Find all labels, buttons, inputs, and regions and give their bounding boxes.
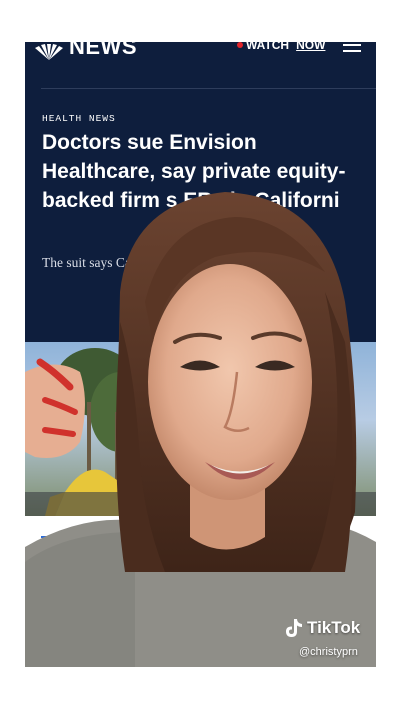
tiktok-watermark: TikTok [285, 618, 360, 638]
presenter-overlay [25, 192, 376, 667]
tiktok-logo-icon [286, 619, 302, 637]
tiktok-handle[interactable]: @christyprn [299, 646, 358, 658]
video-frame: NEWS WATCH NOW HEALTH NEWS Doctors sue E… [25, 42, 376, 667]
tiktok-brand: TikTok [307, 618, 361, 637]
